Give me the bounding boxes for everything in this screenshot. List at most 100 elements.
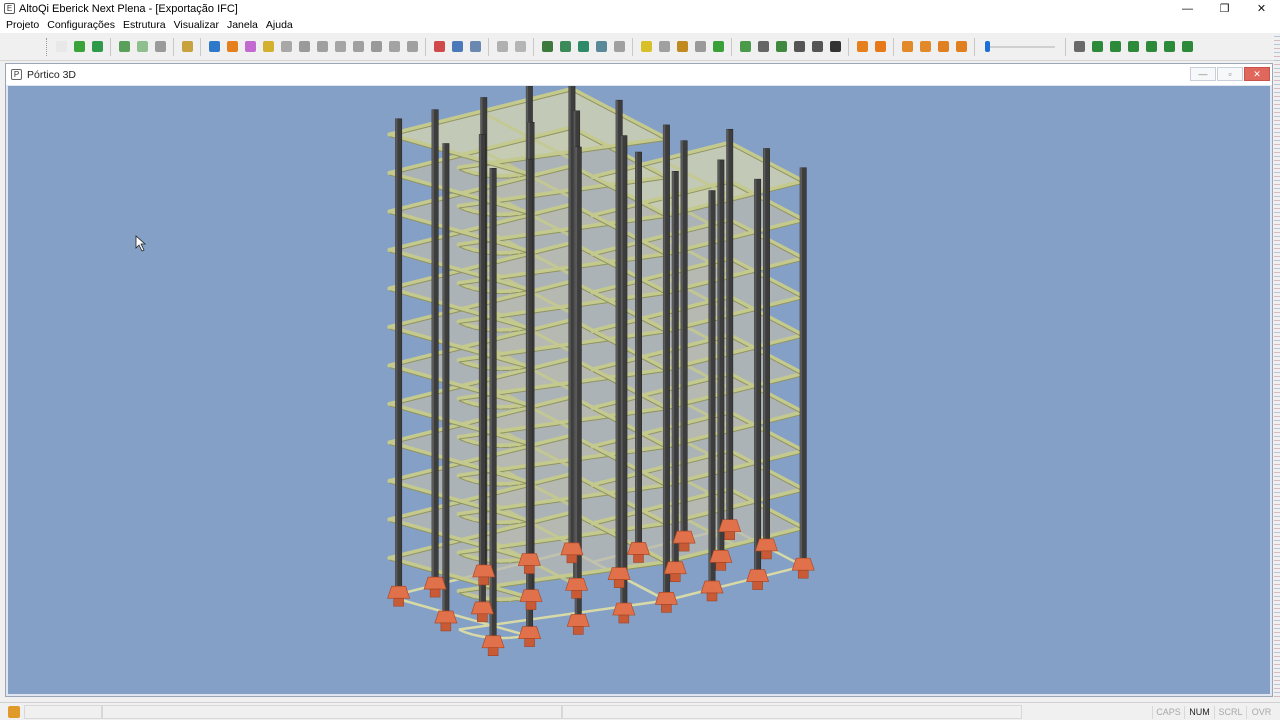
joist-icon bbox=[406, 41, 418, 52]
cube-iso-button[interactable] bbox=[953, 38, 970, 55]
column-highlight bbox=[395, 118, 398, 595]
layers-icon bbox=[496, 41, 508, 52]
menu-projeto[interactable]: Projeto bbox=[2, 19, 43, 31]
save-button[interactable] bbox=[89, 38, 106, 55]
lightning-button[interactable] bbox=[638, 38, 655, 55]
floor-hide-button[interactable] bbox=[1143, 38, 1160, 55]
child-restore-button[interactable]: ▫ bbox=[1217, 67, 1243, 81]
block-button[interactable] bbox=[350, 38, 367, 55]
detail-button[interactable] bbox=[674, 38, 691, 55]
3d-viewport[interactable] bbox=[8, 86, 1270, 694]
toolbar-separator bbox=[173, 37, 174, 56]
menu-janela[interactable]: Janela bbox=[223, 19, 262, 31]
floor-all-button[interactable] bbox=[1161, 38, 1178, 55]
footing-base bbox=[678, 542, 690, 552]
stair-button[interactable] bbox=[296, 38, 313, 55]
child-window-title: Pórtico 3D bbox=[27, 68, 77, 81]
child-window-controls: — ▫ ✕ bbox=[1189, 67, 1270, 81]
footing bbox=[472, 564, 496, 578]
child-close-button[interactable]: ✕ bbox=[1244, 67, 1270, 81]
report-button[interactable] bbox=[539, 38, 556, 55]
wall-button[interactable] bbox=[278, 38, 295, 55]
table-button[interactable] bbox=[467, 38, 484, 55]
cube-iso-icon bbox=[955, 41, 967, 52]
footing bbox=[672, 530, 696, 544]
title-bar: E AltoQi Eberick Next Plena - [Exportaçã… bbox=[0, 0, 1280, 17]
sheet-button[interactable] bbox=[575, 38, 592, 55]
comment-button[interactable] bbox=[611, 38, 628, 55]
cube-side-button[interactable] bbox=[917, 38, 934, 55]
menu-ajuda[interactable]: Ajuda bbox=[262, 19, 297, 31]
menu-estrutura[interactable]: Estrutura bbox=[119, 19, 170, 31]
floor-hide-icon bbox=[1145, 41, 1157, 52]
verify-button[interactable] bbox=[134, 38, 151, 55]
view-front-button[interactable] bbox=[854, 38, 871, 55]
grid-button[interactable] bbox=[449, 38, 466, 55]
reservoir-button[interactable] bbox=[332, 38, 349, 55]
zoom-button[interactable] bbox=[773, 38, 790, 55]
foundation-button[interactable] bbox=[260, 38, 277, 55]
print-button[interactable] bbox=[152, 38, 169, 55]
status-bar: CAPS NUM SCRL OVR bbox=[0, 702, 1280, 720]
open-folder-button[interactable] bbox=[71, 38, 88, 55]
floor-show-button[interactable] bbox=[1125, 38, 1142, 55]
column-highlight bbox=[754, 179, 757, 578]
pile-icon bbox=[370, 41, 382, 52]
cube-back-button[interactable] bbox=[935, 38, 952, 55]
column-highlight bbox=[763, 148, 766, 547]
detail-icon bbox=[676, 41, 688, 52]
floor-up-button[interactable] bbox=[1089, 38, 1106, 55]
pile-button[interactable] bbox=[368, 38, 385, 55]
cube-top-button[interactable] bbox=[899, 38, 916, 55]
footing-base bbox=[761, 550, 772, 560]
rib-button[interactable] bbox=[386, 38, 403, 55]
properties-button[interactable] bbox=[1071, 38, 1088, 55]
zoom-extents-button[interactable] bbox=[755, 38, 772, 55]
floor-down-button[interactable] bbox=[1107, 38, 1124, 55]
floor-up-icon bbox=[1091, 41, 1103, 52]
footing bbox=[746, 569, 770, 582]
drawing-button[interactable] bbox=[692, 38, 709, 55]
layers-button[interactable] bbox=[494, 38, 511, 55]
menu-configuracoes[interactable]: Configurações bbox=[43, 19, 119, 31]
pan-button[interactable] bbox=[809, 38, 826, 55]
column-button[interactable] bbox=[224, 38, 241, 55]
footing bbox=[565, 577, 589, 591]
footing-base bbox=[706, 592, 718, 602]
minimize-button[interactable]: — bbox=[1169, 0, 1206, 17]
footing-base bbox=[440, 622, 452, 632]
new-doc-button[interactable] bbox=[53, 38, 70, 55]
joist-button[interactable] bbox=[404, 38, 421, 55]
view-iso-button[interactable] bbox=[872, 38, 889, 55]
portico-icon: P bbox=[11, 69, 22, 80]
close-button[interactable]: ✕ bbox=[1243, 0, 1280, 17]
footing bbox=[607, 567, 631, 580]
dimension-button[interactable] bbox=[431, 38, 448, 55]
ok-button[interactable] bbox=[710, 38, 727, 55]
slider-thumb[interactable] bbox=[985, 41, 990, 52]
floor-down-icon bbox=[1109, 41, 1121, 52]
rotate-button[interactable] bbox=[791, 38, 808, 55]
beam-button[interactable] bbox=[206, 38, 223, 55]
list-button[interactable] bbox=[593, 38, 610, 55]
tree-button[interactable] bbox=[179, 38, 196, 55]
layers-dropdown-button[interactable] bbox=[512, 38, 529, 55]
child-minimize-button[interactable]: — bbox=[1190, 67, 1216, 81]
mouse-cursor-icon bbox=[135, 235, 147, 252]
slab-button[interactable] bbox=[242, 38, 259, 55]
properties-icon bbox=[1073, 41, 1085, 52]
ramp-button[interactable] bbox=[314, 38, 331, 55]
zoom-window-button[interactable] bbox=[737, 38, 754, 55]
tie-beam bbox=[509, 635, 519, 640]
walk-button[interactable] bbox=[827, 38, 844, 55]
rss-status-icon bbox=[8, 706, 20, 718]
toolbar-separator bbox=[974, 37, 975, 56]
footing bbox=[481, 635, 505, 649]
transparency-slider[interactable] bbox=[985, 38, 1055, 55]
menu-visualizar[interactable]: Visualizar bbox=[170, 19, 223, 31]
floor-extra-button[interactable] bbox=[1179, 38, 1196, 55]
restore-button[interactable]: ❐ bbox=[1206, 0, 1243, 17]
chart-button[interactable] bbox=[557, 38, 574, 55]
calculate-button[interactable] bbox=[656, 38, 673, 55]
check-edit-button[interactable] bbox=[116, 38, 133, 55]
